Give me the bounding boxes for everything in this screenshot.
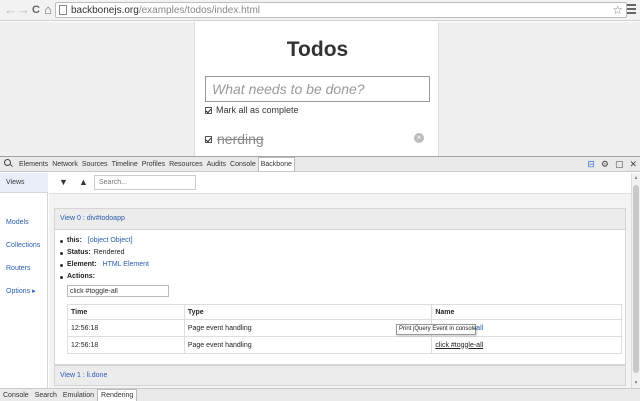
cell-time: 12:56:18 [67,336,185,354]
sidebar-item-models[interactable]: Models [0,213,48,233]
chevron-up-icon[interactable]: ▲ [79,177,88,187]
views-content: View 0 : div#todoapp this: [object Object… [49,193,631,388]
dock-icon[interactable]: ▢ [615,159,624,170]
page-viewport: Todos Mark all as complete nerding × [0,22,640,156]
todoapp: Todos Mark all as complete nerding × [194,22,439,156]
prop-actions: Actions: [60,271,149,283]
this-value-link[interactable]: [object Object] [88,235,133,247]
page-icon [59,5,67,15]
close-icon[interactable]: ✕ [629,159,637,170]
status-value: Rendered [93,249,125,256]
sidebar-item-views[interactable]: Views [0,173,48,193]
tab-resources[interactable]: Resources [167,158,204,171]
chevron-down-icon[interactable]: ▼ [59,177,68,187]
table-row: 12:56:18 Page event handling click #togg… [67,336,622,354]
view-body: this: [object Object] Status: Rendered Ele… [54,229,626,365]
todo-item[interactable]: nerding × [205,130,430,148]
search-input[interactable] [94,175,196,190]
sidebar-item-collections[interactable]: Collections [0,236,48,256]
scrollbar[interactable]: ▲ ▼ [631,173,640,388]
view-properties: this: [object Object] Status: Rendered Ele… [60,235,149,283]
prop-this: this: [object Object] [60,235,149,247]
mark-all-toggle[interactable]: Mark all as complete [205,105,299,115]
todo-checkbox[interactable] [205,135,212,143]
inspect-search-icon[interactable] [4,159,14,169]
scroll-up-icon[interactable]: ▲ [633,175,639,181]
tab-console[interactable]: Console [228,158,258,171]
drawer-tabbar: Console Search Emulation Rendering [0,388,640,401]
prop-label: this: [67,237,82,244]
page-title: Todos [286,38,349,61]
tab-timeline[interactable]: Timeline [110,158,140,171]
table-header-row: Time Type Name [67,304,622,320]
tooltip: Print jQuery Event in console [396,324,476,335]
cell-name-link[interactable]: click #toggle-all [431,336,622,354]
element-value-link[interactable]: HTML Element [103,259,149,271]
table-row: 12:56:18 Page event handling click #togg… [67,319,622,337]
prop-label: Status: [67,249,91,256]
address-bar[interactable]: backbonejs.org/examples/todos/index.html… [55,2,627,18]
tab-sources[interactable]: Sources [80,158,110,171]
destroy-icon[interactable]: × [414,133,424,143]
back-icon[interactable]: ← [4,3,17,17]
reload-icon[interactable]: C [30,3,42,17]
drawer-tab-rendering[interactable]: Rendering [97,389,138,401]
sidebar-item-options[interactable]: Options ▸ [0,282,48,302]
cell-type: Page event handling [183,336,433,354]
scroll-thumb[interactable] [633,185,639,373]
drawer-tab-emulation[interactable]: Emulation [60,390,97,401]
url-text: backbonejs.org/examples/todos/index.html [71,4,260,17]
column-header-name: Name [431,304,622,320]
devtools-tabbar: Elements Network Sources Timeline Profil… [0,157,640,172]
drawer-tab-search[interactable]: Search [32,390,60,401]
settings-icon[interactable]: ⚙ [601,159,609,170]
menu-icon[interactable] [627,4,636,16]
forward-icon[interactable]: → [17,3,30,17]
cell-time: 12:56:18 [67,319,185,337]
prop-status: Status: Rendered [60,247,149,259]
bookmark-star-icon[interactable]: ☆ [612,3,623,17]
column-header-time: Time [67,304,185,320]
tab-backbone[interactable]: Backbone [257,157,295,171]
checkbox-icon[interactable] [205,106,212,114]
mark-all-label: Mark all as complete [216,105,299,115]
home-icon[interactable]: ⌂ [42,3,54,17]
todo-label[interactable]: nerding [217,131,264,147]
tab-profiles[interactable]: Profiles [140,158,167,171]
actions-table: Time Type Name 12:56:18 Page event handl… [67,304,622,354]
devtools-window-controls: ⊟ ⚙ ▢ ✕ [584,157,640,172]
url-host: backbonejs.org [71,5,139,16]
url-path: /examples/todos/index.html [138,5,260,16]
cell-type: Page event handling [183,319,433,337]
action-filter-input[interactable] [67,285,169,297]
tab-audits[interactable]: Audits [205,158,228,171]
tab-elements[interactable]: Elements [17,158,50,171]
prop-element: Element: HTML Element [60,259,149,271]
split-console-icon[interactable]: ⊟ [587,159,595,170]
column-header-type: Type [183,304,433,320]
backbone-sidebar: Views Models Collections Routers Options… [0,173,48,388]
devtools-panel: Elements Network Sources Timeline Profil… [0,156,640,401]
view-footer[interactable]: View 1 : li.done [54,365,626,386]
prop-label: Element: [67,261,97,268]
tab-network[interactable]: Network [50,158,80,171]
scroll-down-icon[interactable]: ▼ [633,380,639,386]
browser-toolbar: ← → C ⌂ backbonejs.org/examples/todos/in… [0,0,640,21]
new-todo-input[interactable] [205,76,430,102]
view-header[interactable]: View 0 : div#todoapp [54,208,626,229]
sidebar-item-routers[interactable]: Routers [0,259,48,279]
prop-label: Actions: [67,273,95,280]
views-toolbar: ▼ ▲ [49,173,627,193]
drawer-tab-console[interactable]: Console [0,390,32,401]
